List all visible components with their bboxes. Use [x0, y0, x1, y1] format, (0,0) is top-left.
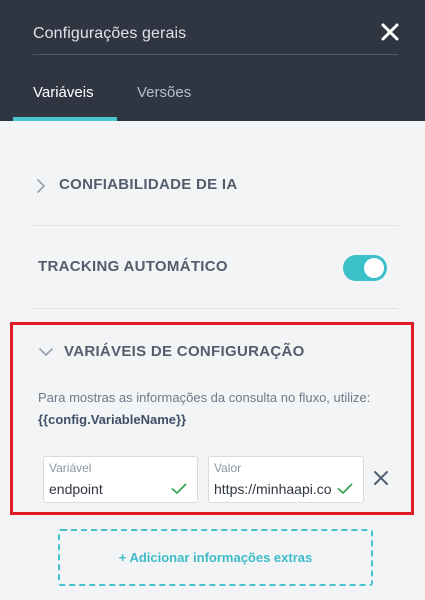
help-text: Para mostras as informações da consulta … [38, 387, 378, 431]
help-code: {{config.VariableName}} [38, 412, 187, 427]
page-title: Configurações gerais [33, 25, 187, 42]
section-label-config-variables: VARIÁVEIS DE CONFIGURAÇÃO [64, 343, 305, 360]
section-label-auto-tracking: TRACKING AUTOMÁTICO [38, 258, 228, 275]
close-icon [381, 23, 399, 41]
active-tab-indicator [13, 117, 117, 121]
check-icon [171, 483, 187, 494]
close-button[interactable] [378, 20, 402, 44]
chevron-right-icon [37, 179, 45, 193]
value-field-value: https://minhaapi.co [214, 481, 332, 497]
variable-name-field[interactable]: Variável endpoint [43, 456, 198, 503]
chevron-down-icon [39, 348, 53, 356]
variable-field-value: endpoint [49, 481, 103, 497]
add-extra-info-label: + Adicionar informações extras [118, 550, 313, 565]
help-text-body: Para mostras as informações da consulta … [38, 390, 371, 405]
add-extra-info-button[interactable]: + Adicionar informações extras [58, 529, 373, 586]
divider [33, 308, 398, 309]
section-config-variables[interactable]: VARIÁVEIS DE CONFIGURAÇÃO [38, 340, 403, 368]
toggle-knob [364, 258, 384, 278]
title-divider [33, 54, 398, 55]
close-icon [374, 471, 388, 485]
auto-tracking-toggle[interactable] [343, 255, 387, 281]
section-ai-confidence[interactable]: CONFIABILIDADE DE IA [33, 172, 398, 200]
check-icon [337, 483, 353, 494]
tab-variables[interactable]: Variáveis [33, 84, 94, 101]
divider [33, 225, 398, 226]
section-label-ai-confidence: CONFIABILIDADE DE IA [59, 176, 238, 193]
settings-header: Configurações gerais Variáveis Versões [0, 0, 425, 121]
value-field-label: Valor [214, 461, 242, 475]
variable-field-label: Variável [49, 461, 92, 475]
variable-value-field[interactable]: Valor https://minhaapi.co [208, 456, 364, 503]
remove-variable-button[interactable] [372, 469, 390, 487]
tab-versions[interactable]: Versões [137, 84, 191, 101]
